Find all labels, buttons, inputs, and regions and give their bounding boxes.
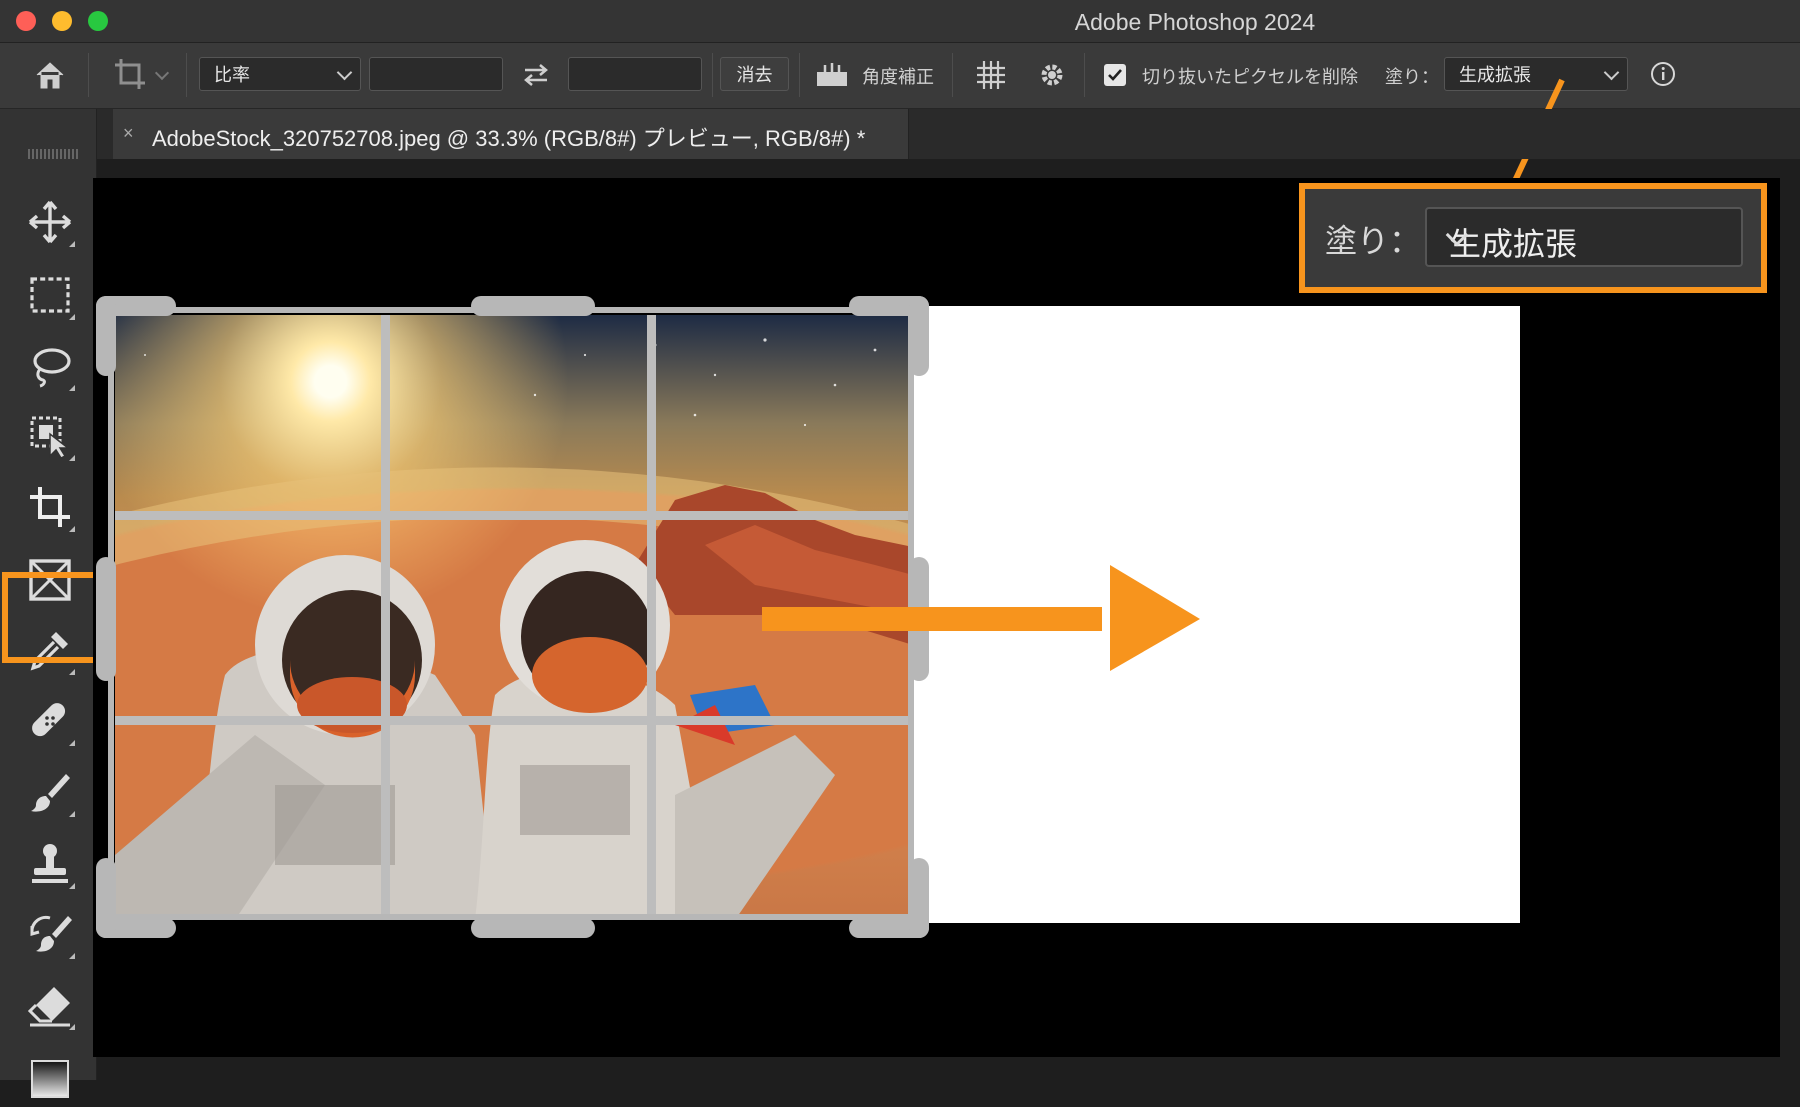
clone-stamp-tool[interactable] (22, 836, 78, 892)
home-button[interactable] (28, 57, 72, 93)
lasso-tool[interactable] (22, 338, 78, 394)
chevron-down-icon (1603, 64, 1620, 81)
straighten-icon (817, 63, 847, 86)
overlay-options-button[interactable] (970, 55, 1012, 95)
healing-brush-tool[interactable] (22, 693, 78, 749)
clear-button[interactable]: 消去 (720, 57, 789, 91)
separator (712, 53, 713, 97)
chevron-down-icon (336, 64, 353, 81)
crop-tool[interactable] (22, 479, 78, 535)
gear-icon (1041, 64, 1063, 86)
more-tools-indicator (69, 314, 75, 320)
separator (952, 53, 953, 97)
more-tools-indicator (69, 669, 75, 675)
window-title: Adobe Photoshop 2024 (1074, 9, 1316, 35)
more-tools-indicator (69, 1024, 75, 1030)
grid-icon (977, 61, 1005, 89)
more-tools-indicator (69, 241, 75, 247)
crop-handle-top[interactable] (471, 296, 595, 316)
more-tools-indicator (69, 385, 75, 391)
crop-handle-bottom-left-v[interactable] (96, 858, 116, 938)
document-tab-title: AdobeStock_320752708.jpeg @ 33.3% (RGB/8… (152, 126, 866, 151)
width-input[interactable] (369, 57, 503, 91)
extend-direction-arrow (762, 565, 1200, 671)
callout-fill-label: 塗り： (1325, 223, 1422, 259)
separator (186, 53, 187, 97)
lasso-icon (33, 348, 71, 388)
ratio-select[interactable]: 比率 (199, 57, 361, 91)
info-button[interactable] (1648, 59, 1678, 89)
marquee-tool[interactable] (22, 267, 78, 323)
separator (88, 53, 89, 97)
history-brush-icon (30, 915, 72, 952)
more-tools-indicator (69, 811, 75, 817)
straighten-label: 角度補正 (862, 67, 934, 87)
crop-handle-bottom[interactable] (471, 918, 595, 938)
separator (799, 53, 800, 97)
more-tools-indicator (69, 740, 75, 746)
crop-handle-top-left-v[interactable] (96, 296, 116, 376)
move-tool[interactable] (22, 194, 78, 250)
healing-icon (32, 703, 66, 737)
chevron-down-icon (154, 65, 170, 81)
object-selection-tool[interactable] (22, 408, 78, 464)
swap-button[interactable] (516, 57, 556, 93)
toolbar-grip[interactable] (28, 149, 80, 159)
height-input[interactable] (568, 57, 702, 91)
title-bar: Adobe Photoshop 2024 (0, 0, 1800, 43)
ratio-select-value: 比率 (214, 65, 250, 85)
document-tab[interactable]: × AdobeStock_320752708.jpeg @ 33.3% (RGB… (113, 109, 909, 159)
eraser-icon (27, 987, 70, 1027)
tools-panel (0, 109, 104, 1098)
crop-handle-bottom-right-v[interactable] (909, 858, 929, 938)
eraser-tool[interactable] (22, 977, 78, 1033)
separator (1084, 53, 1085, 97)
brush-tool[interactable] (22, 764, 78, 820)
crop-preset-button[interactable] (100, 55, 178, 95)
clear-button-label: 消去 (736, 65, 773, 85)
gradient-tool[interactable] (22, 1051, 78, 1107)
delete-cropped-checkbox[interactable] (1104, 64, 1126, 86)
more-tools-indicator (69, 953, 75, 959)
fill-option-callout: 塗り： 生成拡張 (1299, 183, 1767, 293)
crop-tool-highlight (2, 572, 104, 663)
close-tab-icon[interactable]: × (123, 123, 134, 144)
info-icon (1651, 62, 1675, 86)
more-tools-indicator (69, 526, 75, 532)
straighten-button[interactable] (812, 57, 852, 93)
stamp-icon (32, 844, 68, 883)
marquee-icon (30, 277, 70, 313)
fill-label: 塗り： (1385, 67, 1439, 87)
crop-icon (30, 487, 70, 527)
home-icon (36, 62, 64, 89)
crop-handle-top-right-v[interactable] (909, 296, 929, 376)
object-select-icon (30, 416, 71, 459)
callout-fill-value: 生成拡張 (1449, 226, 1578, 262)
more-tools-indicator (69, 455, 75, 461)
swap-icon (524, 64, 548, 86)
checkmark-icon (1108, 69, 1122, 81)
document-tab-bar: » × AdobeStock_320752708.jpeg @ 33.3% (R… (0, 109, 1800, 159)
callout-fill-select[interactable]: 生成拡張 (1425, 207, 1743, 267)
gradient-icon (31, 1060, 69, 1098)
delete-cropped-label: 切り抜いたピクセルを削除 (1142, 67, 1358, 87)
crop-icon (115, 59, 145, 89)
move-icon (28, 200, 72, 244)
crop-settings-button[interactable] (1032, 55, 1072, 95)
more-tools-indicator (69, 883, 75, 889)
brush-icon (31, 774, 70, 812)
crop-handle-left[interactable] (96, 557, 116, 681)
history-brush-tool[interactable] (22, 906, 78, 962)
